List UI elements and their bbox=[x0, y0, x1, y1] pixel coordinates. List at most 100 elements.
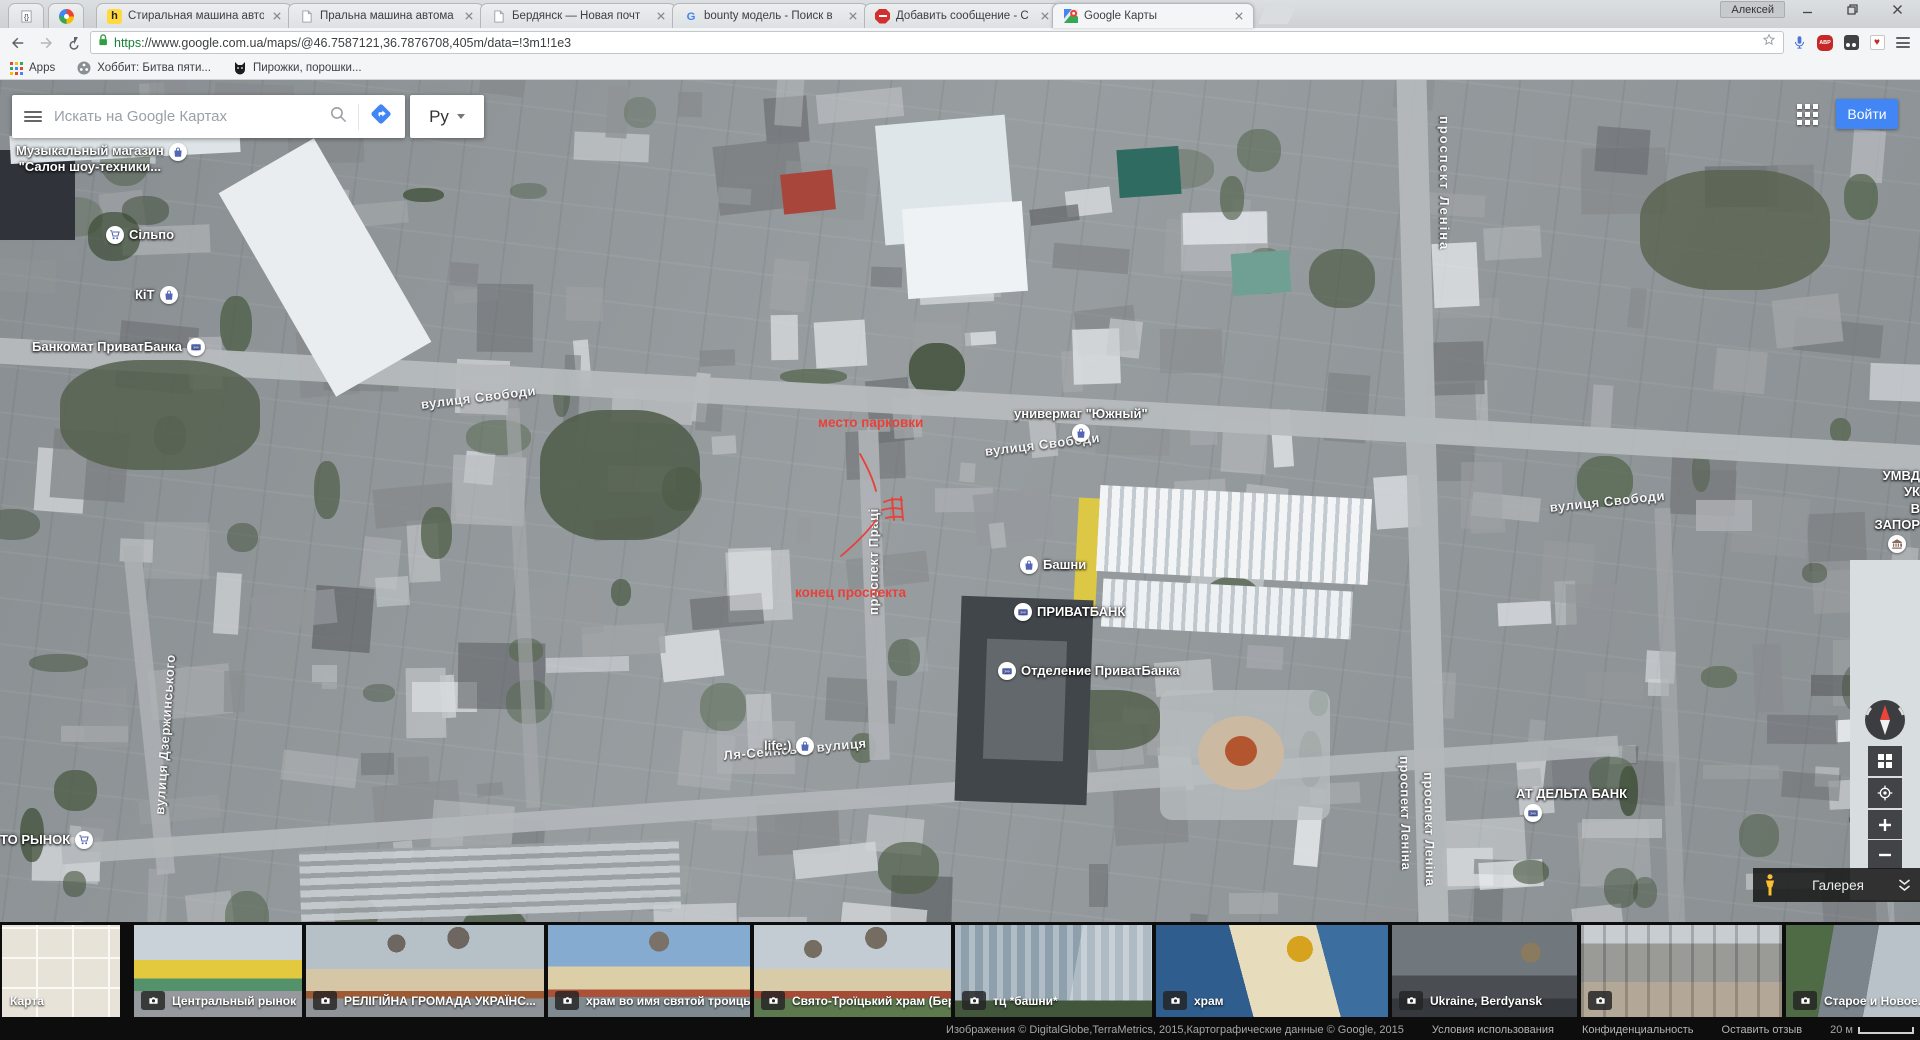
close-window-button[interactable] bbox=[1875, 0, 1920, 19]
tab-bounty-search[interactable]: G bounty модель - Поиск в bbox=[672, 3, 868, 28]
camera-icon bbox=[1588, 991, 1612, 1010]
map-feature bbox=[314, 461, 340, 519]
camera-icon bbox=[1399, 991, 1423, 1010]
gallery-thumb-svyato-troitsky[interactable]: Свято-Троїцький храм (Бердян... bbox=[754, 925, 951, 1017]
pinned-tab-2[interactable] bbox=[48, 3, 84, 28]
gallery-thumb-old-and-new[interactable]: Старое и Новое... bbox=[1786, 925, 1920, 1017]
maps-menu-icon[interactable] bbox=[24, 111, 42, 122]
tab-close-icon[interactable] bbox=[1038, 10, 1051, 23]
map-scale: 20 м bbox=[1830, 1024, 1914, 1036]
gallery-toggle-bar[interactable]: Галерея bbox=[1753, 868, 1920, 902]
gallery-thumb-ukraine-berdyansk[interactable]: Ukraine, Berdyansk bbox=[1392, 925, 1577, 1017]
map-feature bbox=[1771, 293, 1843, 348]
poi-umvd[interactable]: УМВД УК В ЗАПОР bbox=[1866, 468, 1920, 553]
google-favicon-icon: G bbox=[683, 9, 698, 24]
map-feature bbox=[1532, 141, 1584, 186]
tab-close-icon[interactable] bbox=[270, 10, 283, 23]
adblock-icon[interactable]: ABP bbox=[1814, 32, 1836, 54]
terms-link[interactable]: Условия использования bbox=[1432, 1024, 1554, 1036]
pegman-icon[interactable] bbox=[1761, 872, 1779, 898]
map-feature bbox=[546, 656, 630, 673]
bookmark-pirozhki[interactable]: Пирожки, порошки... bbox=[233, 61, 362, 75]
bookmark-star-icon[interactable] bbox=[1761, 32, 1777, 53]
tab-close-icon[interactable] bbox=[846, 10, 859, 23]
map-feature bbox=[54, 770, 97, 811]
gallery-thumb-building[interactable] bbox=[1581, 925, 1782, 1017]
poi-silpo[interactable]: Сільпо bbox=[106, 226, 174, 244]
my-location-button[interactable] bbox=[1868, 778, 1902, 808]
tab-title: Пральна машина автома bbox=[320, 10, 456, 22]
zoom-in-button[interactable] bbox=[1868, 810, 1902, 839]
map-feature bbox=[1052, 243, 1130, 275]
poi-delta-bank[interactable]: АТ ДЕЛЬТА БАНК bbox=[1516, 786, 1627, 822]
pinned-tab-1[interactable]: {} bbox=[8, 3, 44, 28]
map-feature bbox=[728, 548, 773, 611]
map-status-bar: Изображения © DigitalGlobe,TerraMetrics,… bbox=[0, 1022, 1920, 1038]
gallery-thumb-map[interactable]: Карта bbox=[2, 925, 120, 1017]
search-input[interactable] bbox=[52, 107, 319, 126]
map-feature bbox=[796, 518, 813, 544]
language-selector[interactable]: Ру bbox=[410, 95, 484, 138]
gallery-thumb-holy-trinity-church[interactable]: храм во имя святой троицы bbox=[548, 925, 750, 1017]
street-label-lenina-3: проспект Леніна bbox=[1421, 772, 1438, 887]
street-label-lenina-2: проспект Леніна bbox=[1397, 756, 1414, 871]
tab-close-icon[interactable] bbox=[462, 10, 475, 23]
poi-bashni[interactable]: Башни bbox=[1020, 556, 1086, 574]
extension-icon[interactable] bbox=[1840, 32, 1862, 54]
search-icon[interactable] bbox=[329, 105, 348, 129]
map-feature bbox=[421, 507, 452, 559]
map-feature bbox=[0, 509, 40, 540]
gallery-thumb-tc-bashni[interactable]: тц *башни* bbox=[955, 925, 1152, 1017]
poi-privatbank-branch[interactable]: Отделение ПриватБанка bbox=[998, 662, 1180, 680]
tab-add-message[interactable]: Добавить сообщение - С bbox=[864, 3, 1060, 28]
bookmark-hobbit[interactable]: Хоббит: Битва пяти... bbox=[77, 61, 211, 75]
tab-berdyansk-post[interactable]: Бердянск — Новая почт bbox=[480, 3, 676, 28]
map-feature bbox=[1627, 287, 1647, 328]
heart-extension-icon[interactable]: ♥ bbox=[1866, 32, 1888, 54]
voice-search-icon[interactable] bbox=[1788, 32, 1810, 54]
stop-favicon-icon bbox=[875, 9, 890, 24]
feedback-link[interactable]: Оставить отзыв bbox=[1722, 1024, 1803, 1036]
address-bar[interactable]: https://www.google.com.ua/maps/@46.75871… bbox=[90, 31, 1784, 54]
reload-button[interactable] bbox=[62, 31, 86, 55]
poi-privatbank-atm[interactable]: Банкомат ПриватБанка bbox=[32, 338, 205, 356]
sign-in-button[interactable]: Войти bbox=[1836, 99, 1898, 129]
browser-menu-icon[interactable] bbox=[1892, 32, 1914, 54]
forward-button[interactable] bbox=[34, 31, 58, 55]
tab-close-icon[interactable] bbox=[654, 10, 667, 23]
gallery-thumb-religious-community[interactable]: РЕЛІГІЙНА ГРОМАДА УКРАЇНС... bbox=[306, 925, 544, 1017]
page-favicon-icon bbox=[491, 9, 506, 24]
window-controls: Алексей bbox=[1720, 0, 1920, 22]
restore-button[interactable] bbox=[1830, 0, 1875, 19]
browser-user-button[interactable]: Алексей bbox=[1720, 1, 1785, 18]
privacy-link[interactable]: Конфиденциальность bbox=[1582, 1024, 1694, 1036]
map-feature bbox=[1029, 204, 1080, 226]
minimize-button[interactable] bbox=[1785, 0, 1830, 19]
map-feature bbox=[1752, 643, 1783, 713]
map-feature bbox=[1696, 500, 1752, 531]
bookmark-apps[interactable]: Apps bbox=[10, 62, 55, 75]
tab-close-icon[interactable] bbox=[1232, 10, 1245, 23]
poi-univermag-yuzhny[interactable]: универмаг "Южный" bbox=[1014, 406, 1148, 442]
compass-button[interactable] bbox=[1862, 697, 1908, 743]
google-apps-grid-button[interactable] bbox=[1794, 101, 1820, 127]
poi-privatbank[interactable]: ПРИВАТБАНК bbox=[1014, 603, 1125, 621]
apps-grid-icon bbox=[10, 62, 23, 75]
poi-life[interactable]: life:) bbox=[764, 737, 814, 755]
back-button[interactable] bbox=[6, 31, 30, 55]
tab-google-maps[interactable]: Google Карты bbox=[1052, 3, 1254, 28]
gallery-thumb-khram[interactable]: храм bbox=[1156, 925, 1388, 1017]
poi-kit[interactable]: КіТ bbox=[135, 286, 178, 304]
poi-music-store[interactable]: Музыкальный магазин "Салон шоу-техники..… bbox=[16, 143, 187, 176]
tab-washing-machine-2[interactable]: Пральна машина автома bbox=[288, 3, 484, 28]
map-feature bbox=[611, 579, 632, 606]
directions-button[interactable] bbox=[369, 102, 393, 131]
tab-title: bounty модель - Поиск в bbox=[704, 10, 840, 22]
imagery-grid-button[interactable] bbox=[1868, 746, 1902, 776]
tab-washing-machine-1[interactable]: h Стиральная машина авто bbox=[96, 3, 292, 28]
poi-market[interactable]: ТО РЫНОК bbox=[0, 831, 93, 849]
new-tab-button[interactable] bbox=[1258, 6, 1296, 24]
zoom-out-button[interactable] bbox=[1868, 840, 1902, 869]
gallery-thumb-central-market[interactable]: Центральный рынок bbox=[134, 925, 302, 1017]
map-feature bbox=[1844, 174, 1878, 220]
